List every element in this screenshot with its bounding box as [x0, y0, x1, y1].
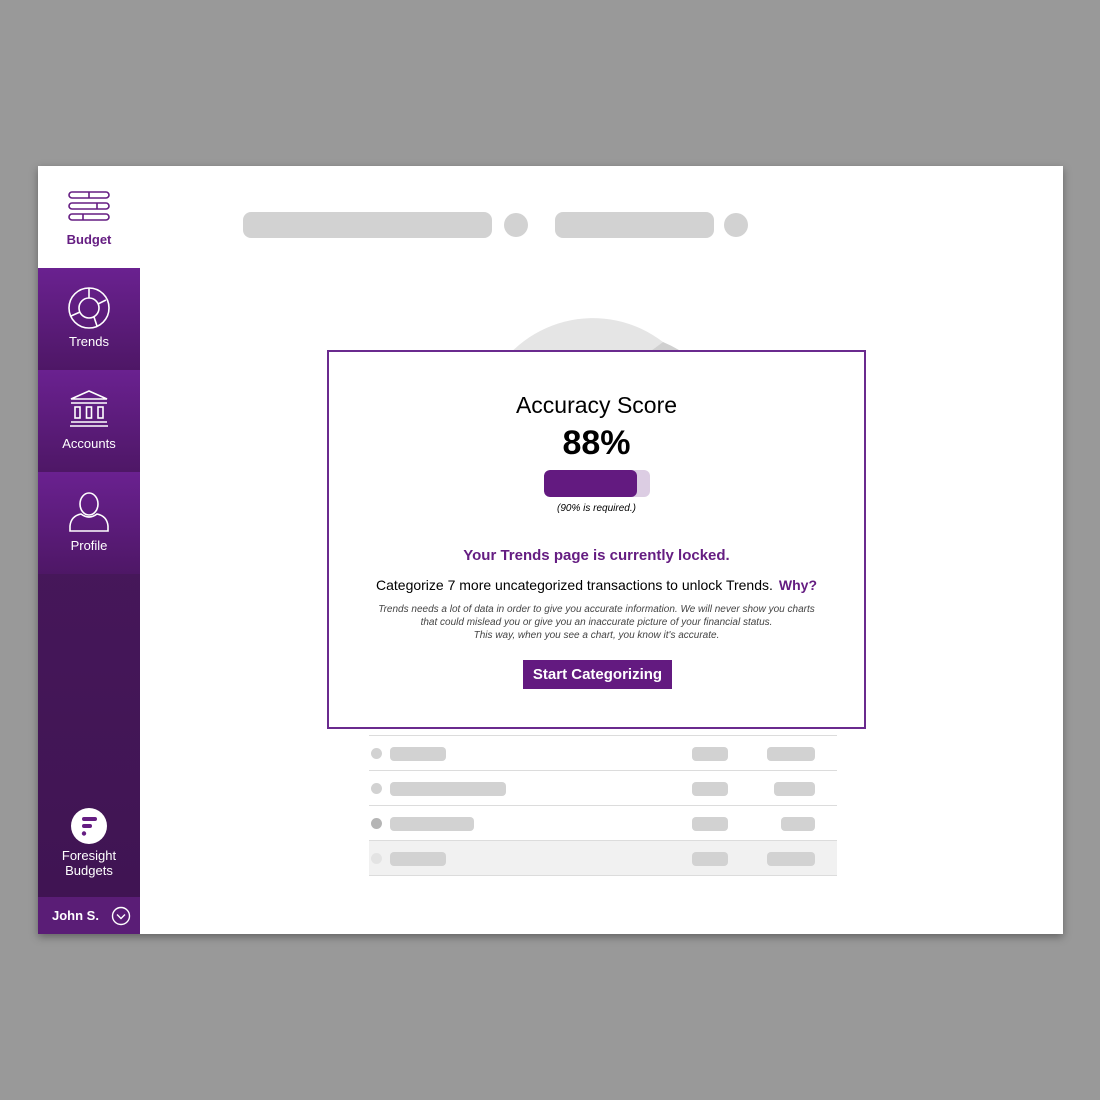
explanation-line: This way, when you see a chart, you know…	[473, 630, 720, 641]
row-dot	[371, 783, 382, 794]
instruction-text: Categorize 7 more uncategorized transact…	[329, 577, 864, 593]
brand: Foresight Budgets	[38, 806, 140, 896]
row-text-placeholder	[390, 747, 446, 761]
row-text-placeholder	[774, 782, 815, 796]
sidebar-item-label: Profile	[70, 538, 108, 553]
explanation-line: that could mislead you or give you an in…	[420, 617, 773, 628]
placeholder-dot	[724, 213, 748, 237]
brand-name-line1: Foresight	[61, 848, 117, 863]
foresight-logo	[71, 808, 107, 844]
accuracy-score-title: Accuracy Score	[515, 392, 678, 418]
row-text-placeholder	[692, 817, 728, 831]
row-text-placeholder	[767, 852, 815, 866]
brand-name-line2: Budgets	[65, 863, 113, 878]
sidebar: Budget Trends Accounts Profile Foresight…	[38, 166, 140, 934]
table-row	[369, 841, 837, 876]
sidebar-item-accounts[interactable]: Accounts	[38, 370, 140, 472]
row-text-placeholder	[390, 852, 446, 866]
accuracy-progress-bar	[544, 470, 650, 497]
sidebar-item-budget[interactable]: Budget	[38, 166, 140, 268]
row-dot	[371, 818, 382, 829]
locked-message: Your Trends page is currently locked.	[463, 547, 730, 564]
table-row	[369, 736, 837, 771]
required-note: (90% is required.)	[557, 503, 636, 514]
person-icon	[69, 492, 109, 532]
bank-icon	[70, 390, 108, 427]
row-text-placeholder	[390, 782, 506, 796]
placeholder-dot	[504, 213, 528, 237]
title-placeholder	[243, 212, 492, 238]
sidebar-item-trends[interactable]: Trends	[38, 268, 140, 370]
app-window: Budget Trends Accounts Profile Foresight…	[38, 166, 1063, 934]
row-text-placeholder	[767, 747, 815, 761]
row-dot	[371, 853, 382, 864]
budget-sliders-icon	[68, 191, 110, 221]
accuracy-progress-fill	[544, 470, 638, 497]
sidebar-item-profile[interactable]: Profile	[38, 472, 140, 574]
explanation-text: Trends needs a lot of data in order to g…	[369, 603, 824, 642]
table-row	[369, 806, 837, 841]
row-text-placeholder	[692, 852, 728, 866]
accuracy-score-value: 88%	[562, 424, 631, 462]
chevron-down-circle-icon[interactable]	[111, 906, 131, 926]
row-text-placeholder	[692, 782, 728, 796]
row-text-placeholder	[692, 747, 728, 761]
start-categorizing-button[interactable]: Start Categorizing	[523, 660, 672, 689]
row-text-placeholder	[781, 817, 815, 831]
donut-chart-icon	[68, 287, 110, 329]
row-text-placeholder	[390, 817, 474, 831]
title-placeholder	[555, 212, 714, 238]
sidebar-item-label: Budget	[66, 232, 112, 247]
explanation-line: Trends needs a lot of data in order to g…	[378, 604, 815, 615]
user-menu[interactable]: John S.	[38, 897, 140, 934]
user-name: John S.	[52, 908, 99, 923]
row-dot	[371, 748, 382, 759]
sidebar-item-label: Accounts	[62, 436, 116, 451]
instruction-body: Categorize 7 more uncategorized transact…	[376, 577, 773, 593]
why-link[interactable]: Why?	[779, 577, 817, 593]
trends-locked-modal: Accuracy Score 88% (90% is required.) Yo…	[327, 350, 866, 729]
table-row	[369, 771, 837, 806]
sidebar-item-label: Trends	[69, 334, 109, 349]
